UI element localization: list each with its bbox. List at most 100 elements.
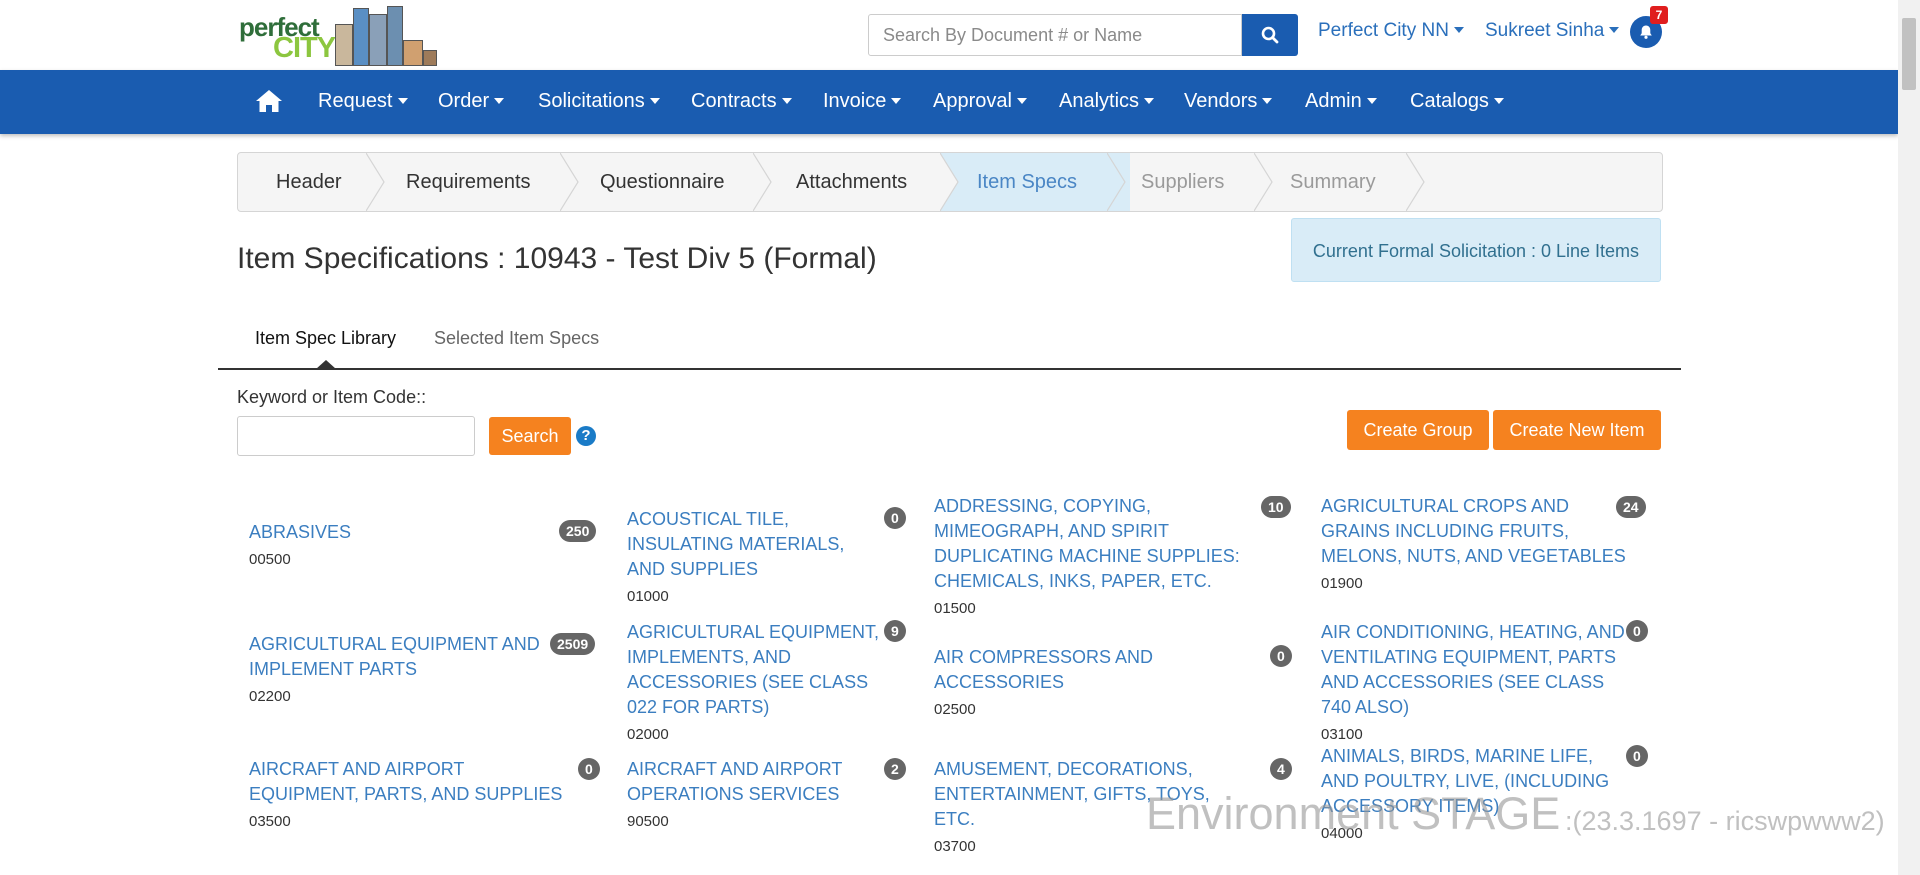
help-icon[interactable]: ? [576, 426, 596, 446]
tabs-divider [218, 368, 1681, 370]
category-code: 02200 [249, 688, 291, 705]
category-item: ABRASIVES 00500 [249, 520, 549, 568]
search-icon [1261, 26, 1279, 44]
category-code: 03700 [934, 838, 976, 855]
category-count-badge: 10 [1261, 496, 1291, 518]
category-code: 02500 [934, 701, 976, 718]
category-count-badge: 0 [578, 758, 600, 780]
category-item: AIR COMPRESSORS AND ACCESSORIES 02500 [934, 645, 1254, 718]
category-code: 03500 [249, 813, 291, 830]
category-link[interactable]: AGRICULTURAL EQUIPMENT, IMPLEMENTS, AND … [627, 620, 902, 720]
page-title: Item Specifications : 10943 - Test Div 5… [237, 242, 877, 275]
user-name: Sukreet Sinha [1485, 20, 1605, 41]
category-code: 90500 [627, 813, 669, 830]
category-count-badge: 4 [1270, 758, 1292, 780]
category-count-badge: 2509 [550, 633, 596, 655]
perfect-city-logo[interactable]: perfect CITY [237, 4, 437, 66]
step-requirements[interactable]: Requirements [406, 153, 531, 211]
search-button[interactable] [1242, 14, 1298, 56]
step-questionnaire[interactable]: Questionnaire [600, 153, 725, 211]
logo-building [387, 6, 403, 66]
category-link[interactable]: AIR COMPRESSORS AND ACCESSORIES [934, 645, 1254, 695]
nav-request[interactable]: Request [318, 90, 408, 113]
logo-building [335, 24, 353, 66]
logo-building [403, 40, 423, 66]
nav-order[interactable]: Order [438, 90, 505, 113]
nav-label: Solicitations [538, 90, 645, 112]
category-item: AIRCRAFT AND AIRPORT OPERATIONS SERVICES… [627, 757, 877, 830]
step-summary[interactable]: Summary [1290, 153, 1376, 211]
category-link[interactable]: AGRICULTURAL EQUIPMENT AND IMPLEMENT PAR… [249, 632, 549, 682]
nav-catalogs[interactable]: Catalogs [1410, 90, 1504, 113]
category-count-badge: 0 [1270, 645, 1292, 667]
category-item: AIR CONDITIONING, HEATING, AND VENTILATI… [1321, 620, 1631, 743]
category-item: AGRICULTURAL EQUIPMENT, IMPLEMENTS, AND … [627, 620, 902, 743]
category-link[interactable]: AGRICULTURAL CROPS AND GRAINS INCLUDING … [1321, 494, 1631, 569]
step-separator [1254, 153, 1273, 211]
nav-label: Analytics [1059, 90, 1140, 112]
nav-invoice[interactable]: Invoice [823, 90, 902, 113]
category-code: 01000 [627, 588, 669, 605]
nav-approval[interactable]: Approval [933, 90, 1027, 113]
category-count-badge: 250 [559, 520, 597, 542]
step-separator [1406, 153, 1425, 211]
step-item-specs[interactable]: Item Specs [977, 153, 1077, 211]
category-link[interactable]: ACOUSTICAL TILE, INSULATING MATERIALS, A… [627, 507, 882, 582]
nav-vendors[interactable]: Vendors [1184, 90, 1273, 113]
step-separator [940, 153, 959, 211]
create-group-button[interactable]: Create Group [1347, 410, 1489, 450]
category-code: 03100 [1321, 726, 1363, 743]
nav-label: Catalogs [1410, 90, 1489, 112]
top-bar: perfect CITY Perfect City NN Sukreet Sin… [0, 0, 1898, 70]
nav-label: Admin [1305, 90, 1362, 112]
category-count-badge: 0 [1626, 620, 1648, 642]
step-separator [753, 153, 772, 211]
category-item: ADDRESSING, COPYING, MIMEOGRAPH, AND SPI… [934, 494, 1267, 617]
caret-down-icon [891, 98, 902, 104]
category-count-badge: 24 [1616, 496, 1646, 518]
create-new-item-button[interactable]: Create New Item [1493, 410, 1661, 450]
keyword-label: Keyword or Item Code:: [237, 387, 427, 407]
category-link[interactable]: AIRCRAFT AND AIRPORT OPERATIONS SERVICES [627, 757, 877, 807]
category-code: 00500 [249, 551, 291, 568]
nav-label: Approval [933, 90, 1012, 112]
line-items-info-box: Current Formal Solicitation : 0 Line Ite… [1291, 218, 1661, 282]
org-name: Perfect City NN [1318, 20, 1449, 41]
build-version-watermark: :(23.3.1697 - ricswpwww2) [1565, 806, 1885, 836]
tab-selected-item-specs[interactable]: Selected Item Specs [434, 328, 599, 349]
nav-contracts[interactable]: Contracts [691, 90, 792, 113]
step-separator [560, 153, 579, 211]
step-header[interactable]: Header [276, 153, 342, 211]
nav-label: Invoice [823, 90, 887, 112]
step-attachments[interactable]: Attachments [796, 153, 907, 211]
global-search [868, 14, 1298, 56]
caret-down-icon [397, 98, 408, 104]
page-scrollbar[interactable] [1898, 0, 1920, 875]
nav-label: Vendors [1184, 90, 1258, 112]
category-item: AGRICULTURAL EQUIPMENT AND IMPLEMENT PAR… [249, 632, 549, 705]
nav-admin[interactable]: Admin [1305, 90, 1377, 113]
keyword-search-button[interactable]: Search [489, 417, 571, 455]
scrollbar-thumb[interactable] [1902, 18, 1916, 90]
keyword-input[interactable] [237, 416, 475, 456]
user-dropdown[interactable]: Sukreet Sinha [1485, 20, 1620, 42]
caret-down-icon [1144, 98, 1155, 104]
home-button[interactable] [255, 89, 283, 118]
nav-analytics[interactable]: Analytics [1059, 90, 1155, 113]
step-separator [366, 153, 385, 211]
caret-down-icon [1366, 98, 1377, 104]
category-link[interactable]: AIR CONDITIONING, HEATING, AND VENTILATI… [1321, 620, 1631, 720]
tab-item-spec-library[interactable]: Item Spec Library [255, 328, 396, 349]
step-suppliers[interactable]: Suppliers [1141, 153, 1224, 211]
nav-solicitations[interactable]: Solicitations [538, 90, 660, 113]
category-link[interactable]: ADDRESSING, COPYING, MIMEOGRAPH, AND SPI… [934, 494, 1267, 594]
document-search-input[interactable] [868, 14, 1242, 56]
org-dropdown[interactable]: Perfect City NN [1318, 20, 1464, 42]
logo-building [369, 14, 387, 66]
caret-down-icon [1609, 27, 1620, 33]
caret-down-icon [1016, 98, 1027, 104]
category-link[interactable]: ABRASIVES [249, 520, 549, 545]
category-link[interactable]: AIRCRAFT AND AIRPORT EQUIPMENT, PARTS, A… [249, 757, 569, 807]
logo-building [353, 8, 369, 66]
step-separator [1107, 153, 1126, 211]
